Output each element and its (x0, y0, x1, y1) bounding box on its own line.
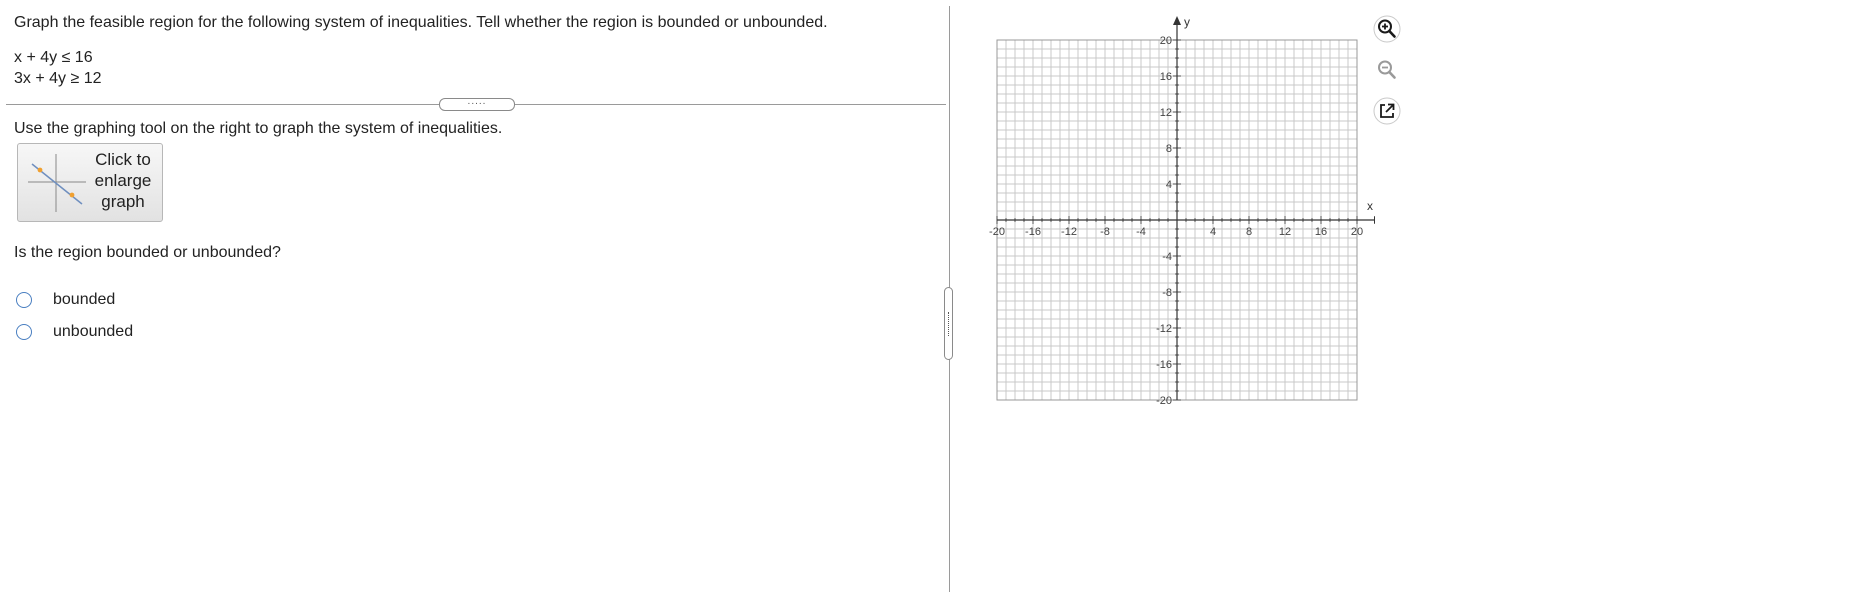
graph-thumbnail-icon (28, 154, 86, 212)
option-unbounded-label: unbounded (53, 323, 134, 340)
x-tick-label: 12 (1279, 226, 1291, 238)
horizontal-splitter-handle[interactable]: ..... (439, 97, 515, 111)
enlarge-graph-label: Click to enlarge graph (94, 150, 152, 211)
y-tick-label: -8 (1162, 287, 1172, 299)
zoom-in-button[interactable] (1372, 14, 1402, 44)
x-axis-label: x (1367, 199, 1373, 213)
y-tick-label: -12 (1156, 323, 1172, 335)
x-tick-label: 20 (1351, 226, 1363, 238)
y-axis-label: y (1184, 15, 1190, 29)
radio-bounded[interactable] (16, 292, 32, 308)
x-tick-label: -8 (1100, 226, 1110, 238)
graphing-tool[interactable]: -20 -16 -12 -8 -4 4 8 12 16 20 20 16 12 8 4 -4 -8 -12 -16 -… (975, 12, 1383, 417)
y-tick-label: 12 (1160, 107, 1172, 119)
x-tick-label: 4 (1210, 226, 1216, 238)
x-tick-label: -16 (1025, 226, 1041, 238)
x-tick-label: 8 (1246, 226, 1252, 238)
bounded-question: Is the region bounded or unbounded? (14, 244, 281, 261)
inequality-1: x + 4y ≤ 16 (14, 49, 93, 66)
question-pane: Graph the feasible region for the follow… (0, 0, 948, 592)
y-tick-label: -4 (1162, 251, 1172, 263)
y-tick-label: -20 (1156, 395, 1172, 407)
x-axis-arrow (1374, 216, 1383, 224)
x-tick-label: -12 (1061, 226, 1077, 238)
zoom-out-icon (1378, 60, 1396, 79)
inequality-2: 3x + 4y ≥ 12 (14, 70, 102, 87)
y-tick-label: 20 (1160, 35, 1172, 47)
instruction-text: Use the graphing tool on the right to gr… (14, 120, 503, 137)
graph-canvas[interactable]: -20 -16 -12 -8 -4 4 8 12 16 20 20 16 12 8 4 -4 -8 -12 -16 -… (975, 12, 1383, 412)
y-tick-label: 8 (1166, 143, 1172, 155)
y-tick-label: 4 (1166, 179, 1172, 191)
x-tick-label: 16 (1315, 226, 1327, 238)
x-tick-label: -20 (989, 226, 1005, 238)
y-tick-label: -16 (1156, 359, 1172, 371)
radio-unbounded[interactable] (16, 324, 32, 340)
y-axis-arrow (1173, 16, 1181, 25)
y-tick-label: 16 (1160, 71, 1172, 83)
x-tick-label: -4 (1136, 226, 1146, 238)
zoom-out-button[interactable] (1372, 55, 1402, 85)
vertical-splitter-handle[interactable] (944, 287, 953, 360)
zoom-in-icon (1373, 15, 1401, 43)
question-prompt: Graph the feasible region for the follow… (14, 14, 828, 31)
enlarge-graph-button[interactable]: Click to enlarge graph (17, 143, 163, 222)
new-window-icon (1373, 97, 1401, 125)
option-bounded-label: bounded (53, 291, 116, 308)
open-in-new-window-button[interactable] (1372, 96, 1402, 126)
